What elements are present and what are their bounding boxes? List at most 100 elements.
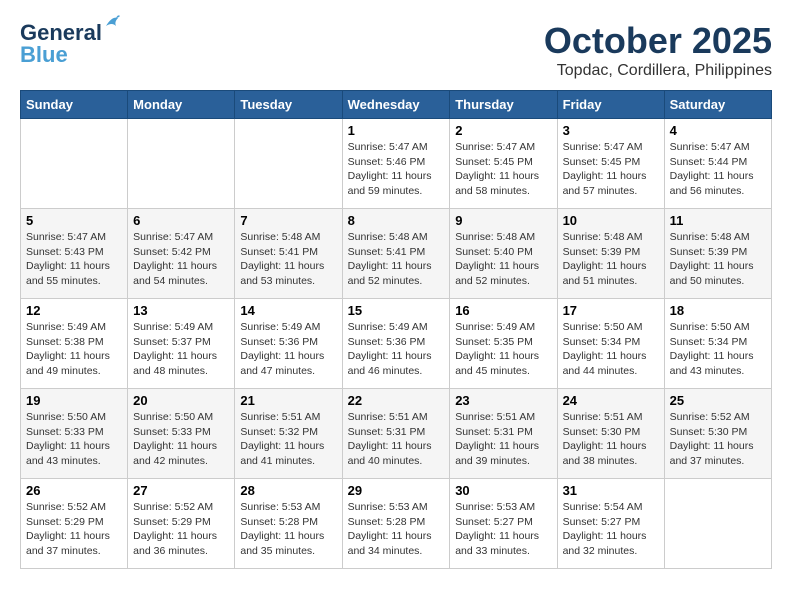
calendar-empty-cell xyxy=(235,119,342,209)
day-number: 29 xyxy=(348,483,445,498)
day-info: Sunrise: 5:51 AM Sunset: 5:31 PM Dayligh… xyxy=(455,410,551,469)
calendar-table: SundayMondayTuesdayWednesdayThursdayFrid… xyxy=(20,90,772,569)
day-number: 13 xyxy=(133,303,229,318)
day-number: 7 xyxy=(240,213,336,228)
calendar-day-17: 17 Sunrise: 5:50 AM Sunset: 5:34 PM Dayli… xyxy=(557,299,664,389)
calendar-header-tuesday: Tuesday xyxy=(235,91,342,119)
day-number: 5 xyxy=(26,213,122,228)
day-info: Sunrise: 5:49 AM Sunset: 5:36 PM Dayligh… xyxy=(348,320,445,379)
title-block: October 2025 Topdac, Cordillera, Philipp… xyxy=(544,20,772,80)
day-info: Sunrise: 5:47 AM Sunset: 5:45 PM Dayligh… xyxy=(563,140,659,199)
day-number: 10 xyxy=(563,213,659,228)
calendar-day-18: 18 Sunrise: 5:50 AM Sunset: 5:34 PM Dayli… xyxy=(664,299,771,389)
day-info: Sunrise: 5:50 AM Sunset: 5:33 PM Dayligh… xyxy=(133,410,229,469)
calendar-day-20: 20 Sunrise: 5:50 AM Sunset: 5:33 PM Dayli… xyxy=(128,389,235,479)
calendar-day-31: 31 Sunrise: 5:54 AM Sunset: 5:27 PM Dayli… xyxy=(557,479,664,569)
calendar-day-27: 27 Sunrise: 5:52 AM Sunset: 5:29 PM Dayli… xyxy=(128,479,235,569)
calendar-day-6: 6Sunrise: 5:47 AM Sunset: 5:42 PM Daylig… xyxy=(128,209,235,299)
day-info: Sunrise: 5:49 AM Sunset: 5:36 PM Dayligh… xyxy=(240,320,336,379)
day-number: 16 xyxy=(455,303,551,318)
day-info: Sunrise: 5:51 AM Sunset: 5:30 PM Dayligh… xyxy=(563,410,659,469)
calendar-day-7: 7 Sunrise: 5:48 AM Sunset: 5:41 PM Daylig… xyxy=(235,209,342,299)
calendar-day-11: 11 Sunrise: 5:48 AM Sunset: 5:39 PM Dayli… xyxy=(664,209,771,299)
day-info: Sunrise: 5:47 AM Sunset: 5:45 PM Dayligh… xyxy=(455,140,551,199)
calendar-day-22: 22Sunrise: 5:51 AM Sunset: 5:31 PM Dayli… xyxy=(342,389,450,479)
calendar-day-2: 2 Sunrise: 5:47 AM Sunset: 5:45 PM Daylig… xyxy=(450,119,557,209)
day-info: Sunrise: 5:52 AM Sunset: 5:30 PM Dayligh… xyxy=(670,410,766,469)
day-info: Sunrise: 5:54 AM Sunset: 5:27 PM Dayligh… xyxy=(563,500,659,559)
calendar-day-26: 26Sunrise: 5:52 AM Sunset: 5:29 PM Dayli… xyxy=(21,479,128,569)
day-info: Sunrise: 5:51 AM Sunset: 5:32 PM Dayligh… xyxy=(240,410,336,469)
calendar-day-12: 12 Sunrise: 5:49 AM Sunset: 5:38 PM Dayli… xyxy=(21,299,128,389)
day-info: Sunrise: 5:49 AM Sunset: 5:37 PM Dayligh… xyxy=(133,320,229,379)
day-info: Sunrise: 5:50 AM Sunset: 5:34 PM Dayligh… xyxy=(563,320,659,379)
day-info: Sunrise: 5:47 AM Sunset: 5:46 PM Dayligh… xyxy=(348,140,445,199)
day-number: 1 xyxy=(348,123,445,138)
calendar-header-thursday: Thursday xyxy=(450,91,557,119)
calendar-header-monday: Monday xyxy=(128,91,235,119)
calendar-header-wednesday: Wednesday xyxy=(342,91,450,119)
day-info: Sunrise: 5:53 AM Sunset: 5:28 PM Dayligh… xyxy=(240,500,336,559)
day-number: 15 xyxy=(348,303,445,318)
day-info: Sunrise: 5:50 AM Sunset: 5:33 PM Dayligh… xyxy=(26,410,122,469)
day-number: 11 xyxy=(670,213,766,228)
day-info: Sunrise: 5:49 AM Sunset: 5:35 PM Dayligh… xyxy=(455,320,551,379)
calendar-header-friday: Friday xyxy=(557,91,664,119)
day-number: 14 xyxy=(240,303,336,318)
calendar-header-row: SundayMondayTuesdayWednesdayThursdayFrid… xyxy=(21,91,772,119)
logo-bird-icon xyxy=(98,12,120,34)
calendar-header-sunday: Sunday xyxy=(21,91,128,119)
day-number: 6 xyxy=(133,213,229,228)
day-number: 2 xyxy=(455,123,551,138)
day-number: 19 xyxy=(26,393,122,408)
calendar-empty-cell xyxy=(664,479,771,569)
day-number: 27 xyxy=(133,483,229,498)
day-number: 3 xyxy=(563,123,659,138)
day-info: Sunrise: 5:52 AM Sunset: 5:29 PM Dayligh… xyxy=(133,500,229,559)
calendar-day-28: 28 Sunrise: 5:53 AM Sunset: 5:28 PM Dayli… xyxy=(235,479,342,569)
calendar-empty-cell xyxy=(128,119,235,209)
day-number: 4 xyxy=(670,123,766,138)
calendar-day-4: 4 Sunrise: 5:47 AM Sunset: 5:44 PM Daylig… xyxy=(664,119,771,209)
day-info: Sunrise: 5:52 AM Sunset: 5:29 PM Dayligh… xyxy=(26,500,122,559)
day-number: 28 xyxy=(240,483,336,498)
day-number: 30 xyxy=(455,483,551,498)
day-info: Sunrise: 5:50 AM Sunset: 5:34 PM Dayligh… xyxy=(670,320,766,379)
day-info: Sunrise: 5:48 AM Sunset: 5:39 PM Dayligh… xyxy=(670,230,766,289)
day-number: 20 xyxy=(133,393,229,408)
day-info: Sunrise: 5:47 AM Sunset: 5:43 PM Dayligh… xyxy=(26,230,122,289)
day-number: 12 xyxy=(26,303,122,318)
calendar-day-21: 21 Sunrise: 5:51 AM Sunset: 5:32 PM Dayli… xyxy=(235,389,342,479)
day-info: Sunrise: 5:48 AM Sunset: 5:41 PM Dayligh… xyxy=(240,230,336,289)
page-header: General Blue October 2025 Topdac, Cordil… xyxy=(20,20,772,80)
calendar-day-1: 1 Sunrise: 5:47 AM Sunset: 5:46 PM Daylig… xyxy=(342,119,450,209)
calendar-day-30: 30 Sunrise: 5:53 AM Sunset: 5:27 PM Dayli… xyxy=(450,479,557,569)
day-info: Sunrise: 5:49 AM Sunset: 5:38 PM Dayligh… xyxy=(26,320,122,379)
calendar-day-16: 16 Sunrise: 5:49 AM Sunset: 5:35 PM Dayli… xyxy=(450,299,557,389)
day-number: 24 xyxy=(563,393,659,408)
day-number: 31 xyxy=(563,483,659,498)
calendar-day-8: 8Sunrise: 5:48 AM Sunset: 5:41 PM Daylig… xyxy=(342,209,450,299)
calendar-day-25: 25 Sunrise: 5:52 AM Sunset: 5:30 PM Dayli… xyxy=(664,389,771,479)
logo-general: General xyxy=(20,20,102,45)
calendar-week-row: 1 Sunrise: 5:47 AM Sunset: 5:46 PM Daylig… xyxy=(21,119,772,209)
location-subtitle: Topdac, Cordillera, Philippines xyxy=(544,62,772,80)
day-info: Sunrise: 5:51 AM Sunset: 5:31 PM Dayligh… xyxy=(348,410,445,469)
calendar-week-row: 12 Sunrise: 5:49 AM Sunset: 5:38 PM Dayli… xyxy=(21,299,772,389)
day-info: Sunrise: 5:53 AM Sunset: 5:27 PM Dayligh… xyxy=(455,500,551,559)
month-title: October 2025 xyxy=(544,20,772,62)
day-number: 9 xyxy=(455,213,551,228)
calendar-day-5: 5 Sunrise: 5:47 AM Sunset: 5:43 PM Daylig… xyxy=(21,209,128,299)
calendar-day-13: 13 Sunrise: 5:49 AM Sunset: 5:37 PM Dayli… xyxy=(128,299,235,389)
calendar-day-3: 3 Sunrise: 5:47 AM Sunset: 5:45 PM Daylig… xyxy=(557,119,664,209)
day-number: 17 xyxy=(563,303,659,318)
logo: General Blue xyxy=(20,20,102,68)
day-number: 18 xyxy=(670,303,766,318)
calendar-day-24: 24 Sunrise: 5:51 AM Sunset: 5:30 PM Dayli… xyxy=(557,389,664,479)
day-number: 21 xyxy=(240,393,336,408)
day-number: 25 xyxy=(670,393,766,408)
calendar-day-29: 29Sunrise: 5:53 AM Sunset: 5:28 PM Dayli… xyxy=(342,479,450,569)
calendar-day-14: 14 Sunrise: 5:49 AM Sunset: 5:36 PM Dayli… xyxy=(235,299,342,389)
day-info: Sunrise: 5:47 AM Sunset: 5:44 PM Dayligh… xyxy=(670,140,766,199)
day-number: 8 xyxy=(348,213,445,228)
